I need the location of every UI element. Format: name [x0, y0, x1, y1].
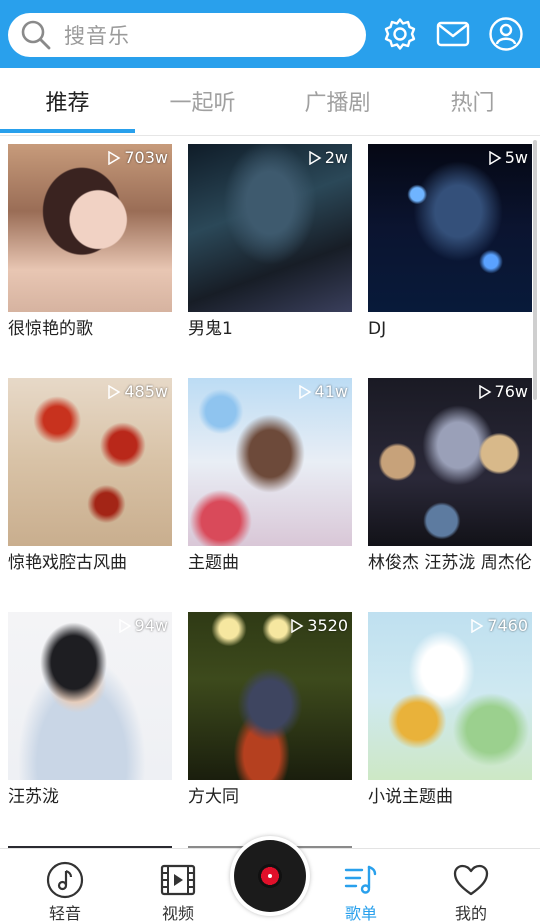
- play-count-text: 41w: [314, 382, 348, 401]
- playlist-card[interactable]: 703w 很惊艳的歌: [8, 144, 174, 342]
- play-icon: [118, 618, 132, 633]
- user-icon: [489, 17, 523, 51]
- playlist-cover: 76w: [368, 378, 532, 546]
- play-count-text: 7460: [487, 616, 528, 635]
- search-icon: [21, 20, 51, 50]
- play-icon: [478, 384, 492, 399]
- playlist-title: 汪苏泷: [8, 787, 59, 807]
- settings-button[interactable]: [382, 16, 418, 52]
- play-count-text: 94w: [134, 616, 168, 635]
- playlist-cover: 5w: [368, 144, 532, 312]
- playlist-cover: 41w: [188, 378, 352, 546]
- playlist-card[interactable]: 41w 主题曲: [188, 378, 354, 576]
- playlist-title: 惊艳戏腔古风曲: [8, 553, 127, 573]
- play-icon: [108, 150, 121, 165]
- nav-video[interactable]: 视频: [138, 861, 218, 924]
- film-icon: [160, 864, 196, 896]
- play-icon: [488, 150, 502, 165]
- nav-label: 轻音: [48, 904, 81, 923]
- playlist-grid: 703w 很惊艳的歌 2w 男鬼1 5w DJ 485w 惊艳戏腔古风曲 41w…: [0, 136, 540, 848]
- play-count: 703w: [107, 148, 168, 167]
- playlist-title: 很惊艳的歌: [8, 319, 93, 339]
- playlist-icon: [344, 865, 377, 894]
- play-icon: [298, 384, 312, 399]
- playlist-cover: 703w: [8, 144, 172, 312]
- playlist-cover: 3520: [188, 612, 352, 780]
- play-count: 41w: [298, 382, 348, 401]
- top-bar: 搜音乐: [0, 0, 540, 68]
- scrollbar[interactable]: [533, 140, 537, 400]
- active-tab-indicator: [0, 129, 135, 133]
- play-count-text: 485w: [124, 382, 168, 401]
- playlist-cover: 7460: [368, 612, 532, 780]
- playlist-card[interactable]: 76w 林俊杰 汪苏泷 周杰伦: [368, 378, 534, 576]
- playlist-title: 小说主题曲: [368, 787, 453, 807]
- play-count-text: 3520: [307, 616, 348, 635]
- play-count-text: 76w: [494, 382, 528, 401]
- play-count: 7460: [470, 616, 528, 635]
- play-icon: [291, 618, 304, 633]
- play-icon: [108, 384, 121, 399]
- nav-label: 我的: [454, 904, 487, 923]
- tab-radio-drama[interactable]: 广播剧: [270, 68, 405, 134]
- messages-button[interactable]: [435, 16, 471, 52]
- playlist-card[interactable]: 2w 男鬼1: [188, 144, 354, 342]
- playlist-title: DJ: [368, 319, 387, 339]
- nav-playlist[interactable]: 歌单: [321, 861, 401, 924]
- play-count: 2w: [308, 148, 348, 167]
- play-icon: [471, 618, 484, 633]
- heart-icon: [453, 864, 489, 896]
- nav-label: 视频: [161, 904, 194, 923]
- play-count: 94w: [118, 616, 168, 635]
- tab-recommend[interactable]: 推荐: [0, 68, 135, 134]
- play-count-text: 2w: [324, 148, 348, 167]
- category-tabs: 推荐 一起听 广播剧 热门: [0, 68, 540, 136]
- playlist-cover: 485w: [8, 378, 172, 546]
- playlist-card[interactable]: 485w 惊艳戏腔古风曲: [8, 378, 174, 576]
- playlist-title: 主题曲: [188, 553, 239, 573]
- playlist-card[interactable]: 7460 小说主题曲: [368, 612, 534, 810]
- gear-icon: [384, 18, 416, 50]
- profile-button[interactable]: [488, 16, 524, 52]
- nav-light-music[interactable]: 轻音: [25, 861, 105, 924]
- playlist-card[interactable]: 5w DJ: [368, 144, 534, 342]
- playlist-card[interactable]: 94w 汪苏泷: [8, 612, 174, 810]
- app: 搜音乐 推荐 一起听 广播剧 热门 703w 很惊艳的歌 2w 男鬼1 5w D…: [0, 0, 540, 924]
- play-count: 5w: [488, 148, 528, 167]
- now-playing-disc[interactable]: [230, 836, 310, 916]
- playlist-title: 方大同: [188, 787, 239, 807]
- vinyl-record-icon: [234, 840, 306, 912]
- play-count: 76w: [478, 382, 528, 401]
- search-placeholder: 搜音乐: [64, 24, 130, 48]
- playlist-card[interactable]: 3520 方大同: [188, 612, 354, 810]
- play-icon: [308, 150, 322, 165]
- tab-hot[interactable]: 热门: [405, 68, 540, 134]
- playlist-cover: 94w: [8, 612, 172, 780]
- playlist-cover: 2w: [188, 144, 352, 312]
- playlist-title: 林俊杰 汪苏泷 周杰伦: [368, 553, 532, 573]
- play-count-text: 5w: [504, 148, 528, 167]
- search-bar[interactable]: 搜音乐: [8, 13, 366, 57]
- music-note-icon: [46, 861, 84, 899]
- playlist-title: 男鬼1: [188, 319, 233, 339]
- play-count: 3520: [290, 616, 348, 635]
- tab-listen-together[interactable]: 一起听: [135, 68, 270, 134]
- mail-icon: [436, 21, 470, 47]
- nav-label: 歌单: [344, 904, 377, 923]
- nav-mine[interactable]: 我的: [431, 861, 511, 924]
- play-count-text: 703w: [124, 148, 168, 167]
- play-count: 485w: [107, 382, 168, 401]
